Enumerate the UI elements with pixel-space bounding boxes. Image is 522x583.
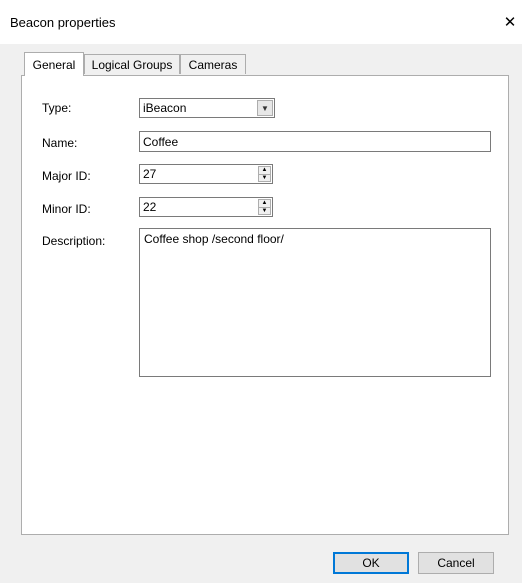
beacon-properties-dialog: Beacon properties ✕ General Logical Grou… bbox=[0, 0, 522, 583]
close-button[interactable]: ✕ bbox=[498, 8, 522, 36]
minor-id-value: 22 bbox=[143, 200, 157, 214]
dialog-title: Beacon properties bbox=[10, 15, 116, 30]
description-textarea[interactable]: Coffee shop /second floor/ bbox=[139, 228, 491, 377]
minor-id-spin[interactable]: ▲ ▼ bbox=[258, 199, 271, 215]
type-select[interactable]: iBeacon ▼ bbox=[139, 98, 275, 118]
name-label: Name: bbox=[42, 136, 78, 150]
tab-cameras[interactable]: Cameras bbox=[180, 54, 246, 74]
tab-logical-groups[interactable]: Logical Groups bbox=[84, 54, 180, 74]
tab-general[interactable]: General bbox=[24, 52, 84, 76]
chevron-down-icon[interactable]: ▼ bbox=[257, 100, 273, 116]
major-id-spin[interactable]: ▲ ▼ bbox=[258, 166, 271, 182]
major-id-value: 27 bbox=[143, 167, 157, 181]
close-icon: ✕ bbox=[503, 14, 517, 31]
title-bar: Beacon properties ✕ bbox=[0, 0, 522, 44]
description-label: Description: bbox=[42, 234, 106, 248]
major-id-stepper[interactable]: 27 ▲ ▼ bbox=[139, 164, 273, 184]
name-input-value: Coffee bbox=[143, 134, 179, 149]
tab-label: Cameras bbox=[188, 57, 238, 72]
tab-label: General bbox=[32, 57, 76, 72]
type-label: Type: bbox=[42, 101, 72, 115]
ok-button[interactable]: OK bbox=[333, 552, 409, 574]
type-select-value: iBeacon bbox=[143, 101, 187, 115]
spin-down-icon[interactable]: ▼ bbox=[259, 206, 270, 215]
cancel-button[interactable]: Cancel bbox=[418, 552, 494, 574]
major-id-label: Major ID: bbox=[42, 169, 91, 183]
cancel-button-label: Cancel bbox=[437, 556, 475, 570]
minor-id-label: Minor ID: bbox=[42, 202, 91, 216]
description-text: Coffee shop /second floor/ bbox=[144, 232, 284, 246]
spin-down-icon[interactable]: ▼ bbox=[259, 173, 270, 182]
minor-id-stepper[interactable]: 22 ▲ ▼ bbox=[139, 197, 273, 217]
tab-label: Logical Groups bbox=[91, 57, 173, 72]
name-input[interactable]: Coffee bbox=[139, 131, 491, 152]
ok-button-label: OK bbox=[362, 556, 380, 570]
